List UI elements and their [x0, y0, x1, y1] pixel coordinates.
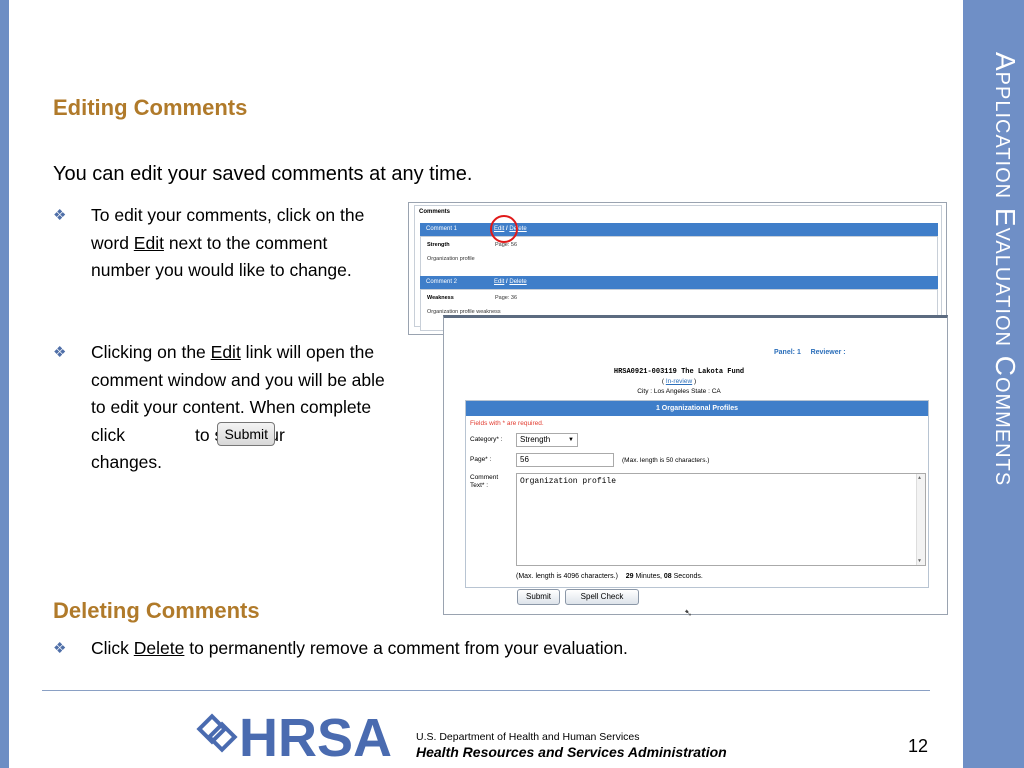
comment-form: 1 Organizational Profiles Fields with * … [465, 400, 929, 588]
page-hint: (Max. length is 50 characters.) [622, 457, 710, 464]
left-accent-bar [0, 0, 9, 768]
form-title: 1 Organizational Profiles [466, 401, 928, 416]
comment-page: Page: 56 [495, 242, 518, 248]
hrsa-logo: HRSA [196, 708, 392, 762]
submit-button-image: Submit [217, 421, 276, 446]
minutes-label: Minutes, [635, 573, 662, 580]
bullet-text-part: changes. [91, 452, 163, 472]
footer-divider [42, 690, 930, 691]
paren: ) [694, 378, 697, 385]
comment-actions: Edit / Delete [494, 279, 527, 285]
reviewer-label: Reviewer : [810, 349, 846, 356]
delete-link-text: Delete [133, 638, 185, 658]
status-link[interactable]: In-review [666, 378, 692, 385]
link-separator: / [506, 279, 508, 285]
application-title: HRSA0921-003119 The Lakota Fund [613, 368, 745, 376]
slide-title: Application Evaluation Comments [990, 52, 1021, 487]
required-note: Fields with * are required. [470, 420, 544, 427]
timer-seconds: 08 [663, 573, 672, 580]
location-line: City : Los Angeles State : CA [637, 388, 721, 395]
max-length-timer: (Max. length is 4096 characters.) 29 Min… [516, 573, 703, 580]
comment-text-label: Comment Text* : [470, 474, 499, 489]
diamond-bullet-icon: ❖ [53, 344, 67, 361]
edit-link-text: Edit [133, 232, 164, 253]
comment-title: Comment 1 [426, 226, 458, 232]
max-length-text: (Max. length is 4096 characters.) [516, 573, 618, 580]
panel-label: Panel: 1 [774, 349, 801, 356]
agency-name: Health Resources and Services Administra… [416, 744, 727, 760]
edit-link-text: Edit [210, 342, 241, 362]
bullet-text: To edit your comments, click on the word… [91, 202, 391, 285]
bullet-text-part: Click [91, 638, 134, 658]
comment-textarea[interactable]: Organization profile ▲ ▼ [516, 473, 926, 566]
comment-type: Strength [427, 242, 450, 248]
delete-link[interactable]: Delete [509, 279, 526, 285]
intro-text: You can edit your saved comments at any … [53, 163, 473, 185]
edit-link[interactable]: Edit [494, 279, 504, 285]
diamond-bullet-icon: ❖ [53, 640, 67, 657]
highlight-circle [490, 215, 518, 243]
scroll-up-icon[interactable]: ▲ [918, 475, 921, 481]
diamond-bullet-icon: ❖ [53, 207, 67, 224]
category-select[interactable]: Strength ▼ [516, 433, 578, 447]
timer-minutes: 29 [625, 573, 634, 580]
edit-comment-screenshot: Panel: 1 Reviewer : HRSA0921-003119 The … [443, 315, 948, 619]
hrsa-logo-text: HRSA [239, 708, 392, 762]
mouse-cursor-icon: ➷ [684, 608, 693, 619]
comment-page: Page: 36 [495, 295, 518, 301]
spell-check-button[interactable]: Spell Check [565, 589, 639, 605]
bullet-text: Clicking on the Edit link will open the … [91, 339, 391, 477]
page-input[interactable]: 56 [516, 453, 614, 467]
comment-1-body: Strength Page: 56 Organization profile [420, 236, 938, 278]
comment-textarea-value: Organization profile [520, 477, 617, 486]
comment-title: Comment 2 [426, 279, 458, 285]
comment-2-header: Comment 2 Edit / Delete [420, 276, 938, 289]
hrsa-emblem-icon [196, 713, 238, 753]
panel-reviewer: Panel: 1 Reviewer : [774, 349, 846, 356]
comments-panel: Comments Comment 1 Edit / Delete Strengt… [414, 205, 942, 331]
category-value: Strength [520, 435, 551, 444]
comment-text: Organization profile [427, 256, 475, 262]
status-line: ( In-review ) [444, 378, 914, 385]
dropdown-arrow-icon: ▼ [568, 437, 574, 443]
department-name: U.S. Department of Health and Human Serv… [416, 731, 640, 743]
bullet-text: Click Delete to permanently remove a com… [91, 635, 811, 663]
comments-label: Comments [419, 209, 451, 215]
comment-type: Weakness [427, 295, 454, 301]
page-label: Page* : [470, 456, 492, 463]
editing-heading: Editing Comments [53, 95, 248, 120]
submit-button[interactable]: Submit [517, 589, 560, 605]
bullet-text-part: to permanently remove a comment from you… [184, 638, 628, 658]
category-label: Category* : [470, 436, 503, 443]
bullet-text-part: Clicking on the [91, 342, 211, 362]
textarea-scrollbar[interactable]: ▲ ▼ [916, 474, 925, 565]
paren: ( [661, 378, 664, 385]
deleting-heading: Deleting Comments [53, 598, 260, 623]
seconds-label: Seconds. [673, 573, 703, 580]
page-number: 12 [908, 736, 929, 756]
scroll-down-icon[interactable]: ▼ [918, 558, 921, 564]
